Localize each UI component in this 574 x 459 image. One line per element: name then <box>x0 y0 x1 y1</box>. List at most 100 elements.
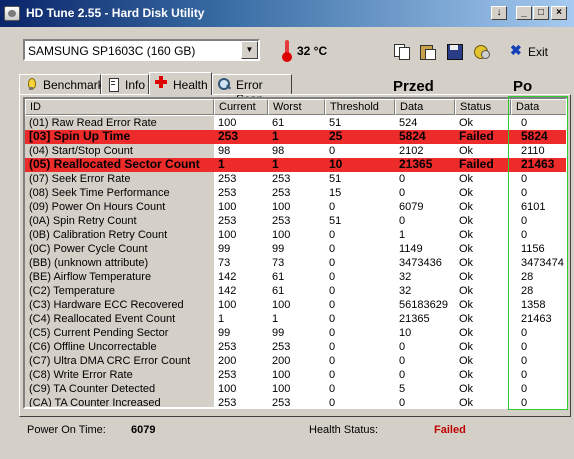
cell-id: (C5) Current Pending Sector <box>25 326 214 340</box>
cell-status: Ok <box>459 341 474 353</box>
cell-id: (0C) Power Cycle Count <box>25 242 214 256</box>
tab-label: Health <box>173 78 208 92</box>
cell-data: 2102 <box>399 145 424 157</box>
cell-data-after: 0 <box>521 173 528 185</box>
cell-id: (CA) TA Counter Increased <box>25 396 214 407</box>
cell-current: 73 <box>218 257 231 269</box>
cell-data: 5 <box>399 383 406 395</box>
cell-status: Ok <box>459 383 474 395</box>
cell-current: 100 <box>218 229 237 241</box>
exit-button[interactable]: ✖ Exit <box>510 41 550 61</box>
maximize-button[interactable]: □ <box>533 6 549 20</box>
options-icon[interactable] <box>473 43 490 59</box>
cell-current: 98 <box>218 145 231 157</box>
tab-health[interactable]: Health <box>149 72 212 95</box>
cell-current: 1 <box>218 158 225 171</box>
table-row[interactable]: (BE) Airflow Temperature 142 61 0 32 Ok 28 <box>25 270 566 284</box>
column-header-id[interactable]: ID <box>25 99 214 115</box>
table-row[interactable]: (C8) Write Error Rate 253 100 0 0 Ok 0 <box>25 368 566 382</box>
column-header-data[interactable]: Data <box>395 99 455 115</box>
table-row[interactable]: (09) Power On Hours Count 100 100 0 6079 Ok 61… <box>25 200 566 214</box>
table-row[interactable]: (BB) (unknown attribute) 73 73 0 3473436 Ok 34… <box>25 256 566 270</box>
cell-status: Ok <box>459 173 474 185</box>
cell-data: 32 <box>399 285 412 297</box>
cell-data: 524 <box>399 117 418 129</box>
paste-icon[interactable] <box>419 43 436 60</box>
cell-current: 253 <box>218 173 237 185</box>
cell-id: [03] Spin Up Time <box>25 130 214 144</box>
cell-worst: 253 <box>272 173 291 185</box>
cell-data-after: 0 <box>521 341 528 353</box>
rollup-button[interactable]: ↓ <box>491 6 507 20</box>
copy-icon[interactable] <box>393 43 410 60</box>
cell-worst: 61 <box>272 117 285 129</box>
cell-worst: 200 <box>272 355 291 367</box>
column-header-threshold[interactable]: Threshold <box>325 99 395 115</box>
cell-current: 100 <box>218 299 237 311</box>
cell-status: Ok <box>459 397 474 409</box>
table-row[interactable]: (C4) Reallocated Event Count 1 1 0 21365 Ok 21… <box>25 312 566 326</box>
column-header-data-after[interactable]: Data <box>511 99 566 115</box>
table-row[interactable]: (CA) TA Counter Increased 253 253 0 0 Ok 0 <box>25 396 566 409</box>
cell-data: 0 <box>399 215 406 227</box>
table-row[interactable]: (C2) Temperature 142 61 0 32 Ok 28 <box>25 284 566 298</box>
table-row[interactable]: [03] Spin Up Time 253 1 25 5824 Failed 5824 <box>25 130 566 144</box>
column-header-worst[interactable]: Worst <box>268 99 325 115</box>
cell-data: 5824 <box>399 130 426 143</box>
cell-id: (C9) TA Counter Detected <box>25 382 214 396</box>
close-button[interactable]: × <box>551 6 567 20</box>
smart-attribute-table[interactable]: ID Current Worst Threshold Data Status D… <box>23 97 568 409</box>
cell-id: (BB) (unknown attribute) <box>25 256 214 270</box>
table-row[interactable]: (04) Start/Stop Count 98 98 0 2102 Ok 2110 <box>25 144 566 158</box>
table-row[interactable]: (C9) TA Counter Detected 100 100 0 5 Ok 0 <box>25 382 566 396</box>
cell-current: 100 <box>218 383 237 395</box>
cell-threshold: 0 <box>329 229 336 241</box>
cell-data: 0 <box>399 355 406 367</box>
cell-current: 200 <box>218 355 237 367</box>
column-header-current[interactable]: Current <box>214 99 268 115</box>
cell-worst: 61 <box>272 271 285 283</box>
table-row[interactable]: (0B) Calibration Retry Count 100 100 0 1 Ok 0 <box>25 228 566 242</box>
cell-id: (0A) Spin Retry Count <box>25 214 214 228</box>
cell-status: Ok <box>459 117 474 129</box>
tab-error-scan[interactable]: Error Scan <box>212 74 292 106</box>
cell-data-after: 0 <box>521 327 528 339</box>
cell-data-after: 28 <box>521 271 534 283</box>
table-row[interactable]: (C6) Offline Uncorrectable 253 253 0 0 Ok 0 <box>25 340 566 354</box>
power-on-time-label: Power On Time: <box>27 424 106 436</box>
tab-info[interactable]: Info <box>101 74 149 94</box>
title-bar: HD Tune 2.55 - Hard Disk Utility ↓ _ □ × <box>0 0 574 27</box>
info-icon <box>107 78 119 92</box>
cell-data-after: 0 <box>521 187 528 199</box>
cell-data: 32 <box>399 271 412 283</box>
drive-select[interactable]: SAMSUNG SP1603C (160 GB) ▼ <box>23 39 260 61</box>
table-row[interactable]: (C7) Ultra DMA CRC Error Count 200 200 0 0 Ok… <box>25 354 566 368</box>
chevron-down-icon[interactable]: ▼ <box>241 41 258 59</box>
tab-benchmark[interactable]: Benchmark <box>19 74 104 94</box>
table-row[interactable]: (C3) Hardware ECC Recovered 100 100 0 561836… <box>25 298 566 312</box>
column-header-status[interactable]: Status <box>455 99 511 115</box>
table-row[interactable]: (0A) Spin Retry Count 253 253 51 0 Ok 0 <box>25 214 566 228</box>
table-row[interactable]: (C5) Current Pending Sector 99 99 0 10 Ok 0 <box>25 326 566 340</box>
cell-status: Ok <box>459 271 474 283</box>
tab-label: Benchmark <box>43 78 104 92</box>
cell-worst: 98 <box>272 145 285 157</box>
cell-current: 100 <box>218 117 237 129</box>
save-icon[interactable] <box>446 43 463 60</box>
cell-status: Ok <box>459 285 474 297</box>
table-row[interactable]: (01) Raw Read Error Rate 100 61 51 524 Ok 0 <box>25 116 566 130</box>
cell-threshold: 0 <box>329 383 336 395</box>
cell-current: 253 <box>218 341 237 353</box>
table-row[interactable]: (07) Seek Error Rate 253 253 51 0 Ok 0 <box>25 172 566 186</box>
cell-id: (C2) Temperature <box>25 284 214 298</box>
cell-status: Ok <box>459 299 474 311</box>
minimize-button[interactable]: _ <box>516 6 532 20</box>
cell-data-after: 28 <box>521 285 534 297</box>
cell-current: 100 <box>218 201 237 213</box>
cell-status: Ok <box>459 369 474 381</box>
table-row[interactable]: (08) Seek Time Performance 253 253 15 0 Ok 0 <box>25 186 566 200</box>
cell-threshold: 0 <box>329 299 336 311</box>
table-row[interactable]: (05) Reallocated Sector Count 1 1 10 21365 Fa… <box>25 158 566 172</box>
cell-worst: 100 <box>272 369 291 381</box>
table-row[interactable]: (0C) Power Cycle Count 99 99 0 1149 Ok 1156 <box>25 242 566 256</box>
